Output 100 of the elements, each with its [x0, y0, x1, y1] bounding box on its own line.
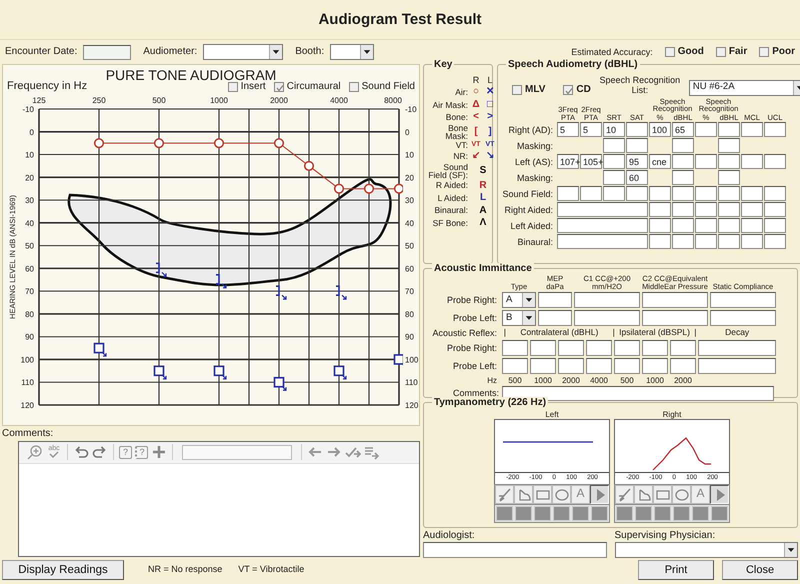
frequency-label: 4000 — [589, 376, 609, 386]
chart-title: Left — [545, 410, 559, 420]
tick-label: -10 — [22, 104, 34, 114]
row-label: Masking: — [516, 140, 554, 151]
checkbox-label: Good — [678, 46, 704, 58]
divider-mark: | — [612, 328, 616, 338]
panel-legend: Tympanometry (226 Hz) — [432, 397, 548, 408]
tick-label: 20 — [405, 173, 414, 182]
tick-label: 30 — [405, 196, 414, 205]
dialog-button[interactable]: Close — [722, 560, 798, 580]
key-symbol: ✕ — [485, 86, 495, 98]
key-symbol: R — [478, 180, 488, 192]
input-field[interactable]: cne — [649, 154, 671, 170]
key-label: SF Bone: — [432, 218, 468, 227]
type-dropdown[interactable]: B — [502, 310, 536, 326]
divider-mark: | — [502, 328, 508, 338]
frequency-label: 500 — [507, 376, 523, 386]
recognition-list-dropdown[interactable]: NU #6-2A — [688, 80, 800, 96]
tick-label: 40 — [405, 218, 414, 228]
row-label: Probe Left: — [452, 312, 498, 324]
tick-label: 0 — [405, 128, 410, 136]
column-header: R — [472, 75, 480, 86]
tick-label: 1000 — [210, 96, 228, 105]
input-field[interactable]: 107+ — [557, 154, 579, 170]
tick-label: 125 — [32, 96, 46, 105]
row-label: Sound Field: — [502, 188, 554, 199]
checkbox-label: Poor — [772, 46, 795, 58]
chart-title: PURE TONE AUDIOGRAM — [104, 66, 278, 83]
checkbox-label: Circumaural — [286, 81, 341, 93]
panel-legend: Acoustic Immittance — [432, 263, 534, 274]
tick-label: 110 — [405, 378, 418, 387]
window-title: Audiogram Test Result — [0, 0, 800, 40]
key-label: Bone Mask: — [444, 124, 468, 140]
field-label: Supervising Physician: — [614, 530, 716, 542]
checkbox-label: CD — [576, 84, 591, 96]
input-field[interactable]: 60 — [626, 170, 648, 186]
tick-label: 90 — [405, 332, 414, 342]
row-label: Left Aided: — [509, 220, 554, 231]
tick-label: 100 — [20, 355, 34, 364]
tick-label: 60 — [25, 264, 34, 274]
field-label: Encounter Date: — [5, 46, 78, 58]
input-field[interactable]: 5 — [557, 122, 579, 138]
tick-label: -10 — [405, 104, 417, 114]
row-label: Acoustic Reflex: — [431, 328, 498, 338]
tick-label: 20 — [25, 173, 34, 182]
tick-label: 80 — [25, 310, 34, 319]
field-label: Audiometer: — [143, 46, 198, 58]
tick-label: 80 — [405, 310, 414, 319]
tick-label: 50 — [405, 241, 414, 250]
frequency-label: 2000 — [561, 376, 581, 386]
key-label: VT: — [454, 140, 468, 150]
key-label: Bone: — [444, 113, 468, 122]
key-symbol: □ — [486, 98, 494, 110]
tick-label: 90 — [25, 332, 34, 342]
divider-mark: | — [693, 328, 698, 338]
column-header: Contralateral (dBHL) — [519, 328, 600, 338]
type-dropdown[interactable]: A — [502, 292, 536, 308]
key-symbol: ↘ — [485, 150, 495, 162]
checkbox-label: Sound Field — [362, 81, 415, 93]
frequency-label: 1000 — [533, 376, 553, 386]
key-label: R Aided: — [434, 181, 468, 190]
input-field[interactable]: 5 — [580, 122, 602, 138]
input-field[interactable]: 10 — [603, 122, 625, 138]
checkbox-label: MLV — [525, 84, 546, 96]
tick-label: 500 — [152, 96, 166, 105]
tick-label: 70 — [25, 286, 34, 296]
key-symbol: < — [472, 111, 480, 123]
panel-legend: Speech Audiometry (dBHL) — [506, 59, 640, 70]
key-label: L Aided: — [436, 194, 468, 202]
tick-label: 250 — [92, 96, 106, 105]
row-label: Comments: — [452, 388, 500, 398]
dialog-button[interactable]: Print — [638, 560, 714, 580]
frequency-label: 500 — [619, 376, 635, 386]
checkbox-label: Insert — [240, 81, 266, 93]
tick-label: 0 — [30, 128, 34, 136]
row-label: Right (AD): — [507, 124, 554, 135]
checkbox-label: Fair — [728, 46, 748, 58]
tick-label: 100 — [405, 355, 418, 364]
key-symbol: ↙ — [471, 150, 481, 162]
input-field[interactable]: 95 — [626, 154, 648, 170]
chart-title: Right — [662, 410, 682, 420]
legend-note: NR = No response — [148, 564, 222, 575]
tick-label: 50 — [25, 241, 34, 250]
frequency-label: 2000 — [673, 376, 693, 386]
tick-label: 70 — [405, 286, 414, 296]
key-symbol: Δ — [471, 98, 481, 110]
display-readings-button[interactable]: Display Readings — [2, 560, 124, 580]
row-label: Probe Right: — [446, 343, 498, 354]
row-label: Probe Right: — [446, 294, 498, 306]
field-label: Booth: — [295, 46, 324, 58]
input-field[interactable]: 100 — [649, 122, 671, 138]
key-symbol: A — [478, 204, 488, 216]
tick-label: 30 — [25, 196, 34, 205]
input-field[interactable]: 65 — [672, 122, 694, 138]
key-symbol: ○ — [472, 86, 480, 98]
column-header: Ipsilateral (dBSPL) — [618, 328, 691, 338]
input-field[interactable]: 105+ — [580, 154, 602, 170]
row-label: Left (AS): — [514, 156, 554, 167]
row-label: Masking: — [516, 172, 554, 183]
axis-title: Frequency in Hz — [7, 80, 88, 93]
